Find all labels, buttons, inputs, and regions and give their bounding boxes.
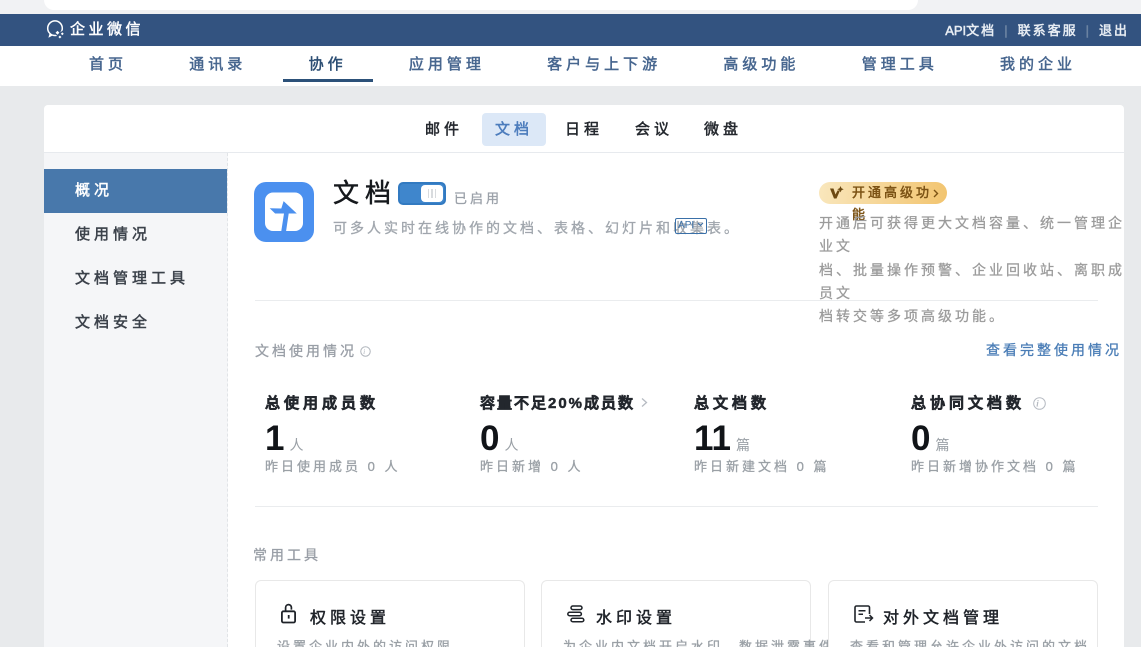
svg-text:i: i (1036, 399, 1043, 409)
svg-text:i: i (363, 347, 368, 356)
